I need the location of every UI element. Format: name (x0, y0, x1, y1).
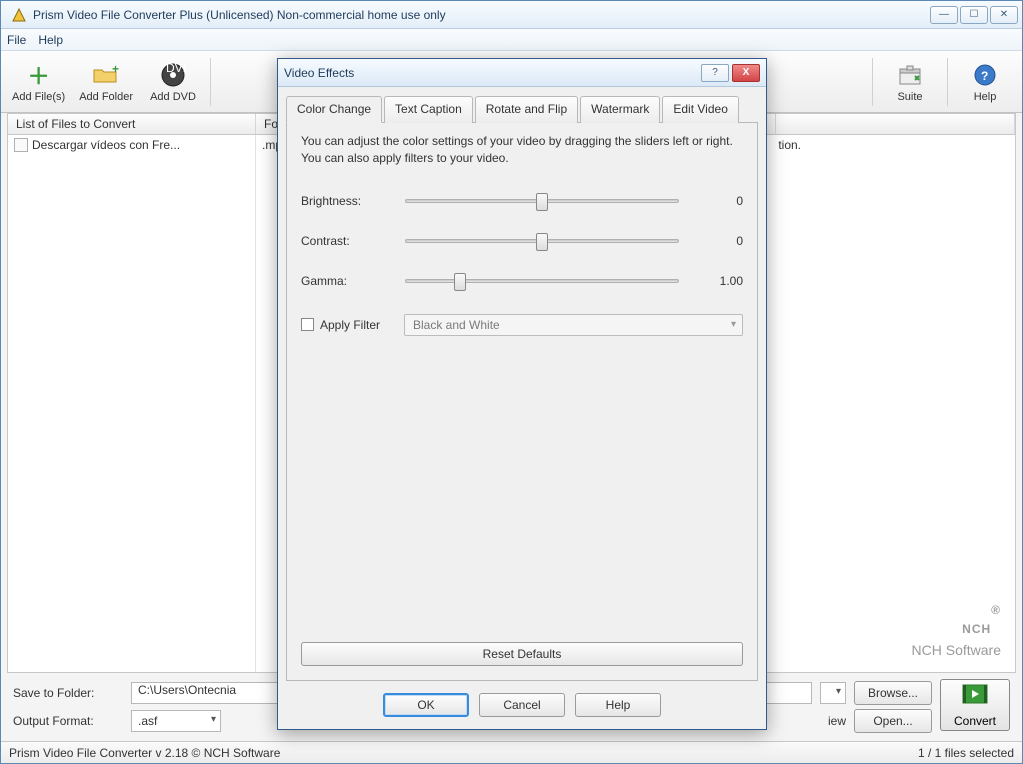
dialog-close-button[interactable]: X (732, 64, 760, 82)
svg-text:DVD: DVD (166, 62, 186, 75)
video-effects-dialog: Video Effects ? X Color Change Text Capt… (277, 58, 767, 730)
column-hidden-2[interactable] (776, 114, 1015, 134)
dvd-icon: DVD (159, 61, 187, 89)
convert-icon (961, 682, 989, 712)
convert-button[interactable]: Convert (940, 679, 1010, 731)
folder-plus-icon: + (92, 61, 120, 89)
slider-thumb-icon[interactable] (454, 273, 466, 291)
output-format-label: Output Format: (13, 714, 123, 728)
app-icon (11, 7, 27, 23)
filter-row: Apply Filter Black and White (301, 307, 743, 343)
dialog-titlebar[interactable]: Video Effects ? X (278, 59, 766, 87)
gamma-label: Gamma: (301, 274, 391, 288)
color-hint-text: You can adjust the color settings of you… (301, 133, 743, 167)
apply-filter-label: Apply Filter (320, 318, 404, 332)
dialog-button-row: OK Cancel Help (286, 681, 758, 721)
apply-filter-checkbox[interactable] (301, 318, 314, 331)
cancel-button[interactable]: Cancel (479, 693, 565, 717)
add-dvd-button[interactable]: DVD Add DVD (140, 54, 206, 110)
toolbar-separator (947, 58, 948, 106)
output-format-select[interactable]: .asf (131, 710, 221, 732)
minimize-button[interactable]: — (930, 6, 958, 24)
save-to-label: Save to Folder: (13, 686, 123, 700)
column-files[interactable]: List of Files to Convert (8, 114, 256, 134)
tab-rotate-flip[interactable]: Rotate and Flip (475, 96, 578, 123)
reset-defaults-button[interactable]: Reset Defaults (301, 642, 743, 666)
suite-icon (896, 61, 924, 89)
menu-help[interactable]: Help (38, 33, 63, 47)
save-to-dropdown[interactable] (820, 682, 846, 704)
toolbar-separator (210, 58, 211, 106)
brightness-label: Brightness: (301, 194, 391, 208)
file-icon (14, 138, 28, 152)
help-icon: ? (971, 61, 999, 89)
tab-watermark[interactable]: Watermark (580, 96, 660, 123)
ok-button[interactable]: OK (383, 693, 469, 717)
contrast-slider[interactable] (405, 239, 679, 243)
slider-thumb-icon[interactable] (536, 193, 548, 211)
add-files-button[interactable]: ＋ Add File(s) (5, 54, 72, 110)
filter-select[interactable]: Black and White (404, 314, 743, 336)
tab-panel-color: You can adjust the color settings of you… (286, 123, 758, 681)
dialog-help-icon-button[interactable]: ? (701, 64, 729, 82)
open-button[interactable]: Open... (854, 709, 932, 733)
suite-button[interactable]: Suite (877, 54, 943, 110)
maximize-button[interactable]: ☐ (960, 6, 988, 24)
plus-icon: ＋ (25, 61, 53, 89)
gamma-slider[interactable] (405, 279, 679, 283)
slider-thumb-icon[interactable] (536, 233, 548, 251)
toolbar-separator (872, 58, 873, 106)
preview-label-partial: iew (828, 714, 846, 728)
status-selection: 1 / 1 files selected (918, 746, 1014, 760)
contrast-row: Contrast: 0 (301, 221, 743, 261)
help-button[interactable]: ? Help (952, 54, 1018, 110)
titlebar[interactable]: Prism Video File Converter Plus (Unlicen… (1, 1, 1022, 29)
gamma-value: 1.00 (693, 274, 743, 288)
svg-text:?: ? (981, 69, 988, 83)
svg-text:+: + (112, 64, 119, 76)
dialog-title: Video Effects (284, 66, 698, 80)
contrast-label: Contrast: (301, 234, 391, 248)
tab-edit-video[interactable]: Edit Video (662, 96, 739, 123)
window-title: Prism Video File Converter Plus (Unlicen… (33, 8, 930, 22)
status-version: Prism Video File Converter v 2.18 © NCH … (9, 746, 280, 760)
brightness-row: Brightness: 0 (301, 181, 743, 221)
add-folder-button[interactable]: + Add Folder (72, 54, 140, 110)
tab-text-caption[interactable]: Text Caption (384, 96, 473, 123)
contrast-value: 0 (693, 234, 743, 248)
tab-color-change[interactable]: Color Change (286, 96, 382, 123)
dialog-tabs: Color Change Text Caption Rotate and Fli… (286, 95, 758, 123)
menubar: File Help (1, 29, 1022, 51)
dialog-help-button[interactable]: Help (575, 693, 661, 717)
browse-button[interactable]: Browse... (854, 681, 932, 705)
file-name: Descargar vídeos con Fre... (32, 138, 180, 152)
brightness-value: 0 (693, 194, 743, 208)
gamma-row: Gamma: 1.00 (301, 261, 743, 301)
close-button[interactable]: ✕ (990, 6, 1018, 24)
nch-logo: NCH® NCH Software (912, 603, 1001, 658)
menu-file[interactable]: File (7, 33, 26, 47)
brightness-slider[interactable] (405, 199, 679, 203)
file-row[interactable]: Descargar vídeos con Fre... (8, 135, 255, 155)
statusbar: Prism Video File Converter v 2.18 © NCH … (1, 741, 1022, 763)
